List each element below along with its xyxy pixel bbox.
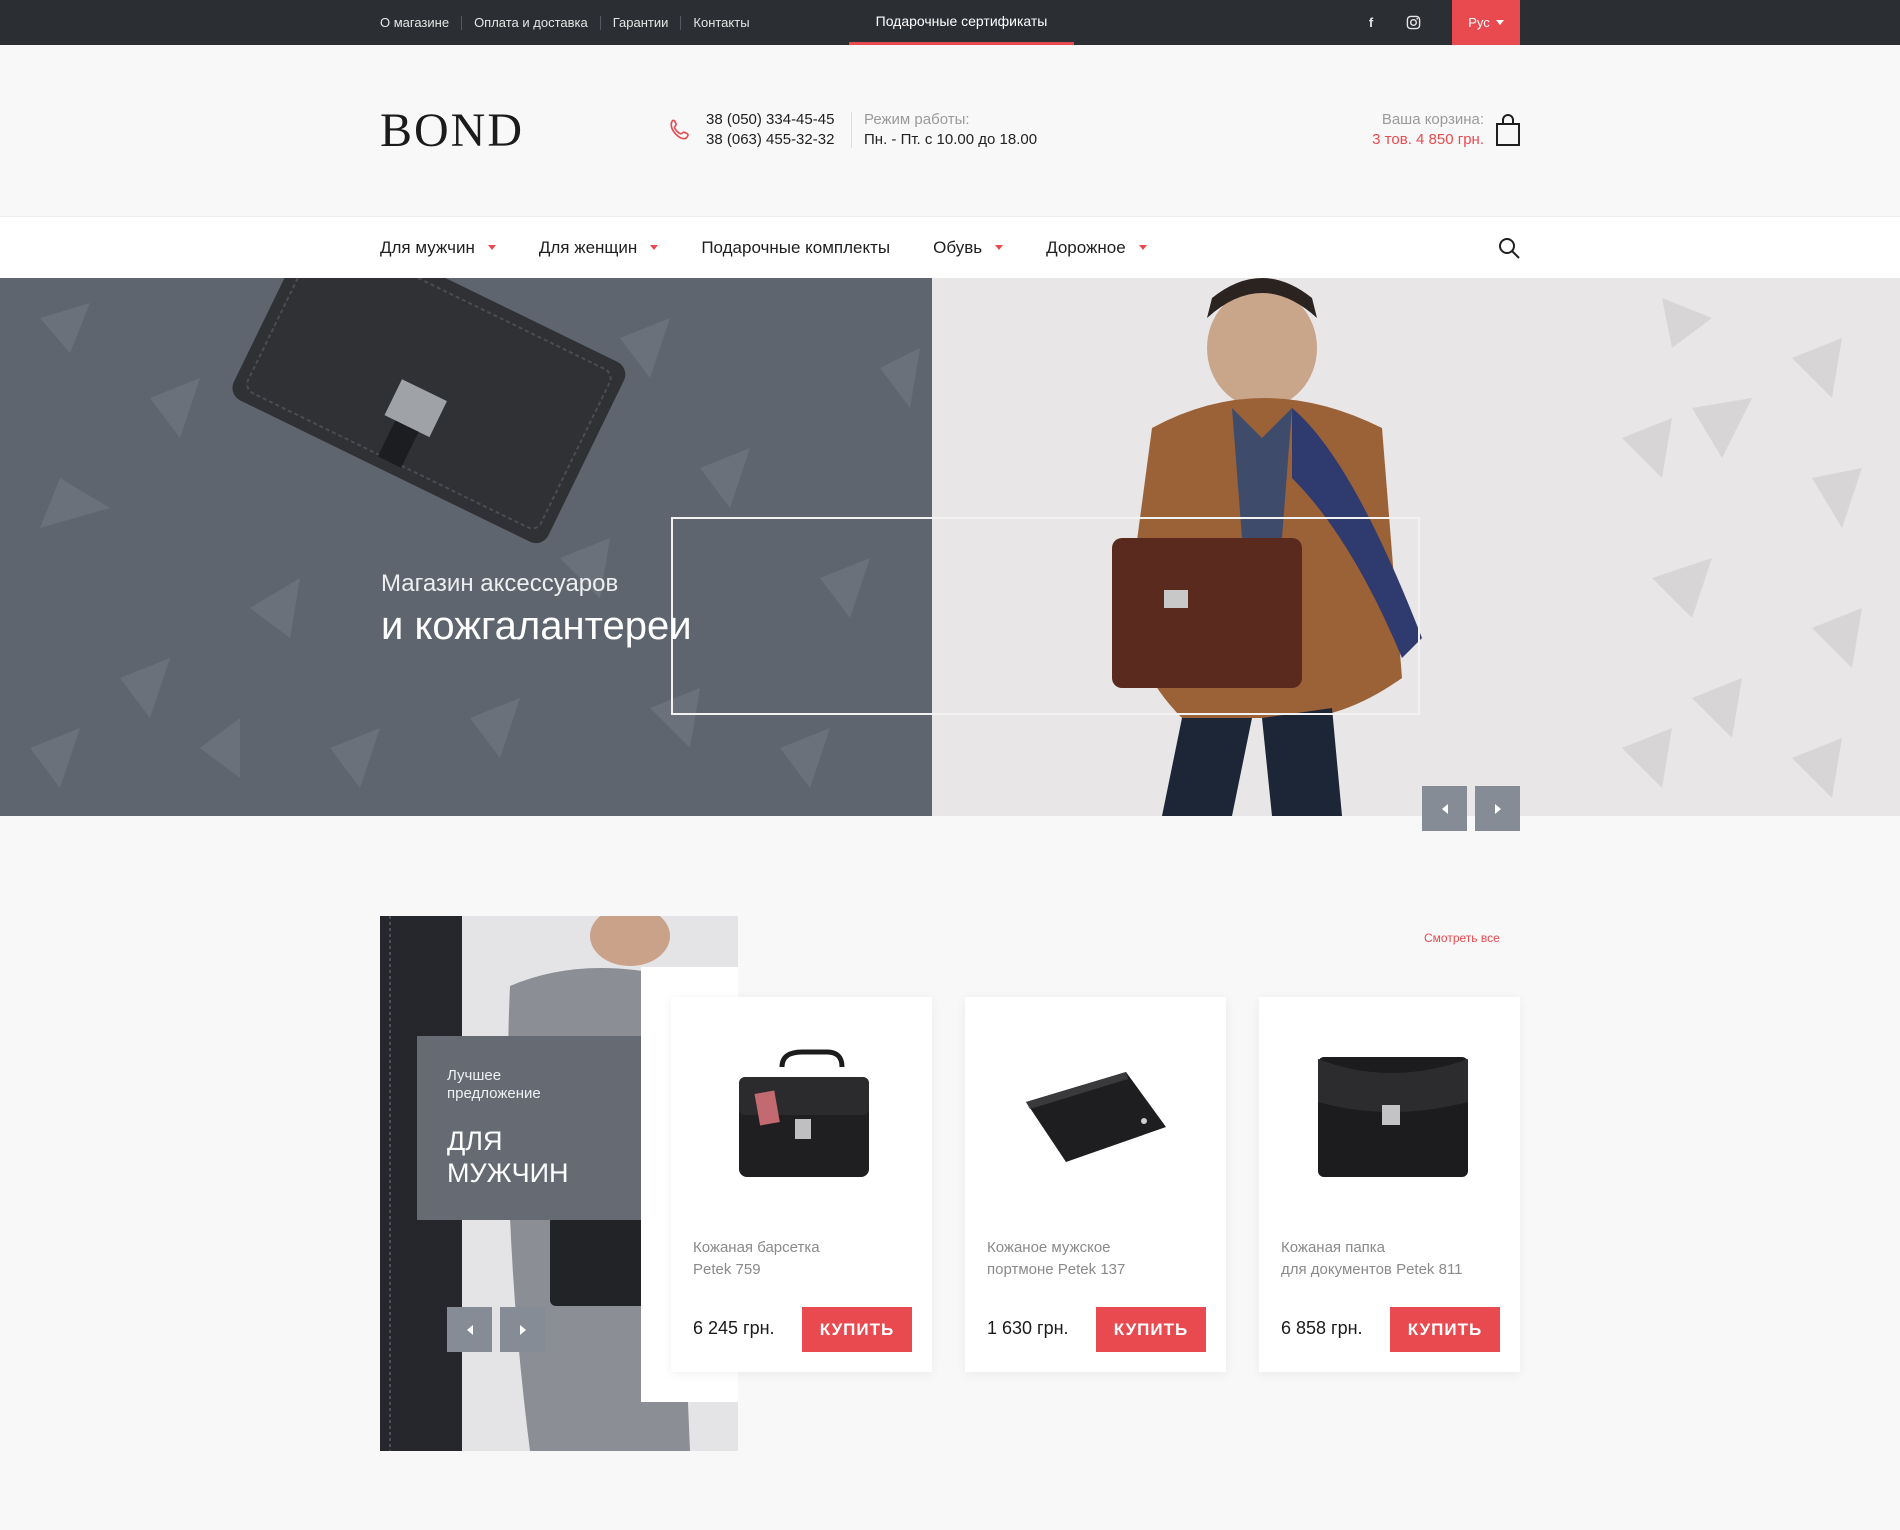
product-price: 6 858 грн. xyxy=(1281,1318,1363,1338)
top-link-contacts[interactable]: Контакты xyxy=(680,15,761,30)
product-card[interactable]: Кожаная барсетка Petek 759 6 245 грн. КУ… xyxy=(671,997,932,1372)
product-name-line: Кожаное мужское xyxy=(987,1239,1111,1256)
hours-label: Режим работы: xyxy=(864,111,970,128)
search-icon[interactable] xyxy=(1497,236,1521,260)
top-link-payment-delivery[interactable]: Оплата и доставка xyxy=(461,15,600,30)
hero-title: и кожгалантереи xyxy=(381,604,692,648)
promo-subtitle: Лучшее предложение xyxy=(447,1067,541,1103)
product-card[interactable]: Кожаная папка для документов Petek 811 6… xyxy=(1259,997,1520,1372)
phone-1[interactable]: 38 (050) 334-45-45 xyxy=(706,110,834,130)
chevron-down-icon xyxy=(487,245,496,250)
nav-item-label: Дорожное xyxy=(1046,237,1126,257)
product-name-line: для документов Petek 811 xyxy=(1281,1261,1463,1278)
product-price: 6 245 грн. xyxy=(693,1318,775,1338)
language-select[interactable]: Рус xyxy=(1452,0,1520,45)
product-name-line: портмоне Petek 137 xyxy=(987,1261,1126,1278)
language-value: Рус xyxy=(1468,15,1490,30)
buy-button[interactable]: КУПИТЬ xyxy=(802,1307,912,1352)
gift-certificates-link[interactable]: Подарочные сертификаты xyxy=(849,0,1074,45)
hours-value: Пн. - Пт. с 10.00 до 18.00 xyxy=(864,131,1038,148)
promo-next-button[interactable] xyxy=(500,1307,545,1352)
buy-button[interactable]: КУПИТЬ xyxy=(1390,1307,1500,1352)
arrow-right-icon xyxy=(519,1324,526,1335)
hero-slider: Магазин аксессуаров и кожгалантереи xyxy=(0,278,1900,816)
cart-summary[interactable]: Ваша корзина: 3 тов. 4 850 грн. xyxy=(1372,110,1484,150)
nav-item-label: Для мужчин xyxy=(380,237,475,257)
product-name-line: Кожаная барсетка xyxy=(693,1239,820,1256)
product-name[interactable]: Кожаная барсетка Petek 759 xyxy=(693,1237,913,1281)
phone-2[interactable]: 38 (063) 455-32-32 xyxy=(706,130,834,150)
promo-title-line: ДЛЯ xyxy=(447,1126,503,1156)
nav-item-men[interactable]: Для мужчин xyxy=(380,238,496,258)
instagram-icon[interactable] xyxy=(1403,12,1423,32)
see-all-link[interactable]: Смотреть все xyxy=(1424,931,1500,945)
promo-prev-button[interactable] xyxy=(447,1307,492,1352)
product-name-line: Кожаная папка xyxy=(1281,1239,1386,1256)
top-nav: О магазине Оплата и доставка Гарантии Ко… xyxy=(380,0,762,45)
promo-subtitle-line: Лучшее xyxy=(447,1067,502,1084)
chevron-down-icon xyxy=(650,245,659,250)
product-image xyxy=(738,1049,869,1177)
phone-numbers: 38 (050) 334-45-45 38 (063) 455-32-32 xyxy=(706,110,834,150)
hero-next-button[interactable] xyxy=(1475,786,1520,831)
product-image xyxy=(1025,1072,1166,1162)
nav-item-label: Подарочные комплекты xyxy=(701,237,891,257)
facebook-icon[interactable]: f xyxy=(1361,12,1381,32)
promo-subtitle-line: предложение xyxy=(447,1085,541,1102)
product-name[interactable]: Кожаная папка для документов Petek 811 xyxy=(1281,1237,1501,1281)
arrow-left-icon xyxy=(466,1324,473,1335)
cart-label: Ваша корзина: xyxy=(1381,111,1484,128)
product-image xyxy=(1317,1057,1468,1177)
hero-prev-button[interactable] xyxy=(1422,786,1467,831)
arrow-left-icon xyxy=(1441,803,1448,814)
nav-item-women[interactable]: Для женщин xyxy=(538,237,659,258)
top-link-about[interactable]: О магазине xyxy=(380,15,461,30)
product-name[interactable]: Кожаное мужское портмоне Petek 137 xyxy=(987,1237,1207,1281)
shopping-bag-icon[interactable] xyxy=(1495,113,1521,147)
phone-icon xyxy=(670,119,689,140)
promo-title: ДЛЯ МУЖЧИН xyxy=(447,1125,568,1189)
chevron-down-icon xyxy=(1495,20,1504,25)
top-link-warranty[interactable]: Гарантии xyxy=(599,15,681,30)
nav-item-gift-sets[interactable]: Подарочные комплекты xyxy=(701,238,890,258)
chevron-down-icon xyxy=(1138,245,1147,250)
product-price: 1 630 грн. xyxy=(987,1318,1069,1338)
nav-item-shoes[interactable]: Обувь xyxy=(933,237,1004,258)
divider xyxy=(851,112,852,148)
nav-item-label: Обувь xyxy=(933,237,983,257)
nav-item-label: Для женщин xyxy=(538,237,638,257)
nav-item-travel[interactable]: Дорожное xyxy=(1046,238,1147,258)
arrow-right-icon xyxy=(1494,803,1501,814)
product-name-line: Petek 759 xyxy=(693,1261,761,1278)
main-nav: Для мужчин Для женщин Подарочные комплек… xyxy=(380,217,1190,278)
logo[interactable]: BOND xyxy=(380,103,524,158)
buy-button[interactable]: КУПИТЬ xyxy=(1096,1307,1206,1352)
hero-frame xyxy=(671,517,1420,715)
promo-title-line: МУЖЧИН xyxy=(447,1158,569,1188)
hero-subtitle: Магазин аксессуаров xyxy=(381,570,619,597)
product-card[interactable]: Кожаное мужское портмоне Petek 137 1 630… xyxy=(965,997,1226,1372)
chevron-down-icon xyxy=(995,245,1004,250)
working-hours: Режим работы: Пн. - Пт. с 10.00 до 18.00 xyxy=(864,110,1037,150)
cart-value: 3 тов. 4 850 грн. xyxy=(1372,131,1484,148)
